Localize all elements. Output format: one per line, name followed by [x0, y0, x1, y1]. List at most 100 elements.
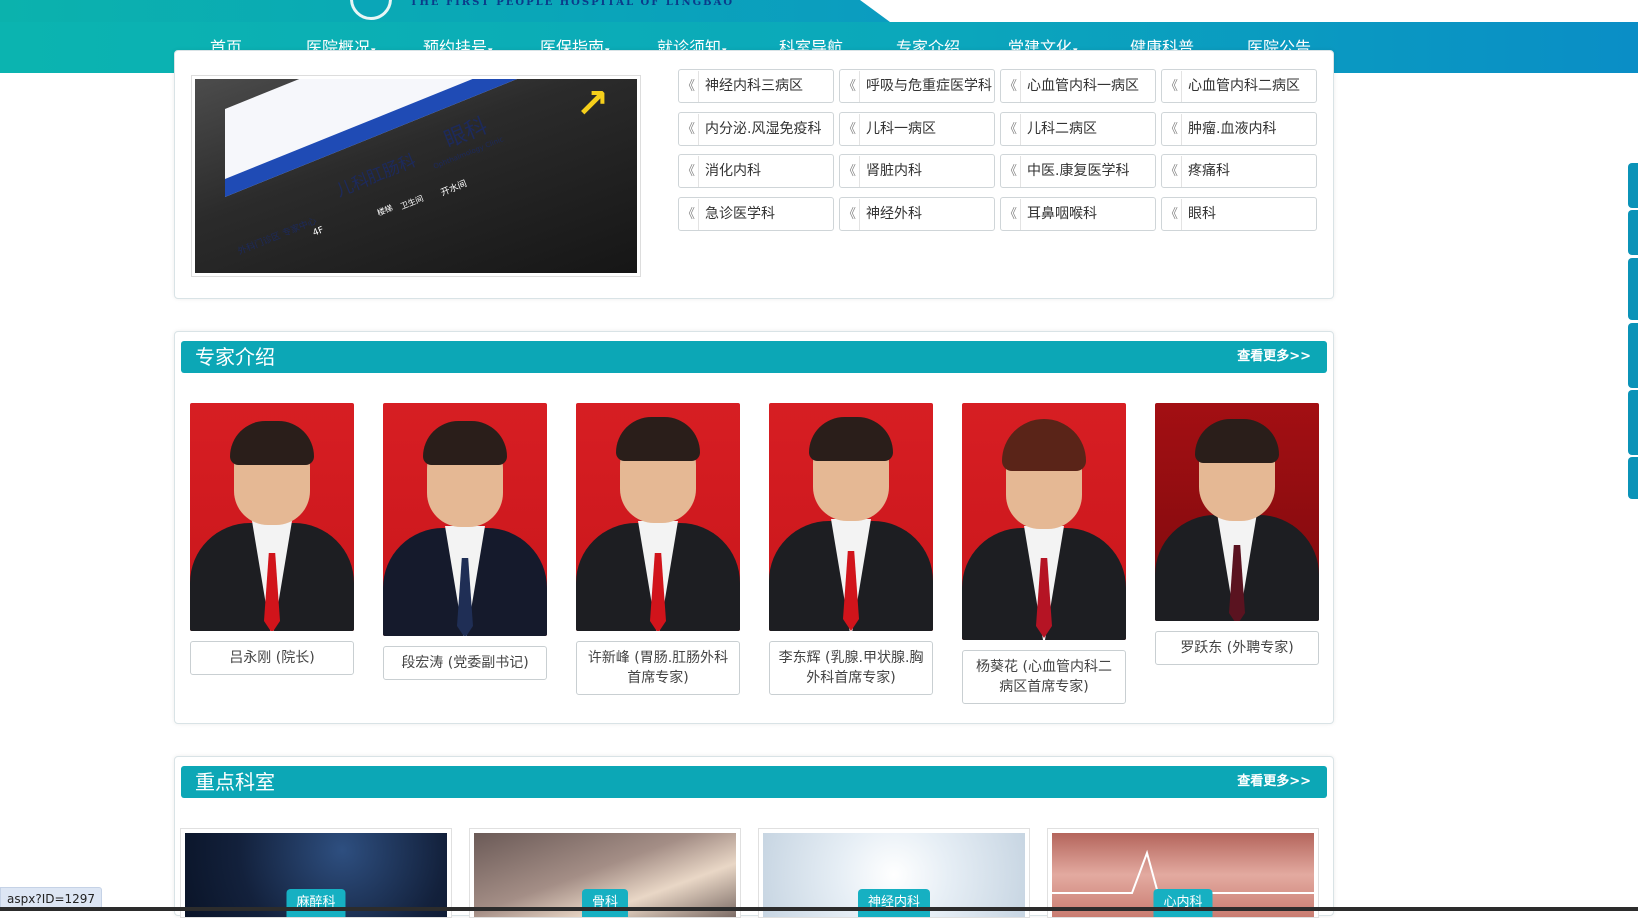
sign-left-area: 外科门诊区 专家中心	[236, 214, 319, 257]
signage-image: ↗ 眼科 Ophthalmology Clinic 儿科 肛肠科 外科门诊区 专…	[195, 79, 637, 273]
chevron-left-icon: 《	[679, 199, 699, 231]
chevron-left-icon: 《	[679, 114, 699, 146]
key-dept-label: 心内科	[1153, 889, 1212, 917]
dept-label: 呼吸与危重症医学科	[866, 78, 992, 94]
dept-link[interactable]: 《呼吸与危重症医学科	[839, 69, 995, 103]
view-more-link[interactable]: 查看更多>>	[1237, 341, 1311, 373]
dept-label: 内分泌.风湿免疫科	[705, 121, 821, 137]
chevron-left-icon: 《	[1001, 114, 1021, 146]
expert-name: 许新峰 (胃肠.肛肠外科首席专家)	[576, 641, 740, 695]
section-title: 专家介绍	[195, 341, 275, 373]
key-departments-card: 重点科室 查看更多>> 麻醉科 骨科 神经内科 心内科	[174, 756, 1334, 916]
dept-link[interactable]: 《疼痛科	[1161, 154, 1317, 188]
dept-label: 神经内科三病区	[705, 78, 803, 94]
sign-water: 开水间	[439, 176, 469, 198]
chevron-left-icon: 《	[679, 71, 699, 103]
dept-label: 儿科二病区	[1027, 121, 1097, 137]
status-url-tooltip: aspx?ID=1297	[0, 887, 102, 909]
sign-anorectal: 肛肠科	[362, 146, 419, 188]
side-float-tab[interactable]	[1628, 390, 1638, 455]
expert-card[interactable]: 许新峰 (胃肠.肛肠外科首席专家)	[576, 403, 740, 695]
dept-link[interactable]: 《中医.康复医学科	[1000, 154, 1156, 188]
section-title: 重点科室	[195, 766, 275, 798]
dept-link[interactable]: 《儿科一病区	[839, 112, 995, 146]
experts-section-header: 专家介绍 查看更多>>	[181, 341, 1327, 373]
dept-link[interactable]: 《肿瘤.血液内科	[1161, 112, 1317, 146]
dept-label: 眼科	[1188, 206, 1216, 222]
chevron-left-icon: 《	[1001, 71, 1021, 103]
side-float-tab[interactable]	[1628, 457, 1638, 499]
expert-photo	[769, 403, 933, 631]
chevron-left-icon: 《	[1162, 114, 1182, 146]
chevron-left-icon: 《	[1162, 71, 1182, 103]
dept-link[interactable]: 《内分泌.风湿免疫科	[678, 112, 834, 146]
dept-label: 耳鼻咽喉科	[1027, 206, 1097, 222]
sign-toilet: 卫生间	[399, 193, 425, 212]
expert-photo	[383, 403, 547, 636]
dept-link[interactable]: 《急诊医学科	[678, 197, 834, 231]
expert-name: 吕永刚 (院长)	[190, 641, 354, 675]
expert-name: 段宏涛 (党委副书记)	[383, 646, 547, 680]
department-signage-photo: ↗ 眼科 Ophthalmology Clinic 儿科 肛肠科 外科门诊区 专…	[191, 75, 641, 277]
expert-photo	[962, 403, 1126, 640]
expert-card[interactable]: 吕永刚 (院长)	[190, 403, 354, 675]
view-more-link[interactable]: 查看更多>>	[1237, 766, 1311, 798]
dept-link[interactable]: 《肾脏内科	[839, 154, 995, 188]
key-dept-card[interactable]: 骨科	[469, 828, 741, 918]
dept-link[interactable]: 《心血管内科二病区	[1161, 69, 1317, 103]
dept-label: 急诊医学科	[705, 206, 775, 222]
dept-label: 心血管内科二病区	[1188, 78, 1300, 94]
window-bottom-edge	[0, 907, 1638, 911]
experts-card: 专家介绍 查看更多>> 吕永刚 (院长) 段宏涛 (党委副书记) 许新峰 (胃肠…	[174, 331, 1334, 724]
dept-link[interactable]: 《心血管内科一病区	[1000, 69, 1156, 103]
chevron-left-icon: 《	[679, 156, 699, 188]
dept-link[interactable]: 《儿科二病区	[1000, 112, 1156, 146]
side-float-tab[interactable]	[1628, 258, 1638, 320]
key-dept-card[interactable]: 神经内科	[758, 828, 1030, 918]
sign-floor: 4F	[312, 225, 326, 238]
chevron-left-icon: 《	[1001, 156, 1021, 188]
dept-label: 消化内科	[705, 163, 761, 179]
dept-label: 神经外科	[866, 206, 922, 222]
dept-label: 儿科一病区	[866, 121, 936, 137]
key-departments-section-header: 重点科室 查看更多>>	[181, 766, 1327, 798]
expert-photo	[1155, 403, 1319, 621]
expert-card[interactable]: 段宏涛 (党委副书记)	[383, 403, 547, 680]
dept-link[interactable]: 《神经外科	[839, 197, 995, 231]
key-dept-image: 心内科	[1052, 833, 1314, 917]
dept-label: 心血管内科一病区	[1027, 78, 1139, 94]
sign-stairs: 楼梯	[376, 202, 395, 218]
expert-card[interactable]: 杨葵花 (心血管内科二病区首席专家)	[962, 403, 1126, 704]
key-dept-label: 麻醉科	[286, 889, 345, 917]
expert-photo	[576, 403, 740, 631]
key-dept-label: 神经内科	[858, 889, 930, 917]
side-float-tab[interactable]	[1628, 210, 1638, 255]
chevron-left-icon: 《	[1162, 199, 1182, 231]
arrow-up-right-icon: ↗	[575, 81, 609, 127]
chevron-left-icon: 《	[840, 199, 860, 231]
key-dept-image: 骨科	[474, 833, 736, 917]
department-nav-card: ↗ 眼科 Ophthalmology Clinic 儿科 肛肠科 外科门诊区 专…	[174, 50, 1334, 299]
chevron-left-icon: 《	[840, 156, 860, 188]
key-dept-label: 骨科	[582, 889, 628, 917]
key-dept-card[interactable]: 麻醉科	[180, 828, 452, 918]
dept-link[interactable]: 《眼科	[1161, 197, 1317, 231]
key-dept-image: 神经内科	[763, 833, 1025, 917]
header-strip: THE FIRST PEOPLE HOSPITAL OF LINGBAO	[0, 0, 1638, 22]
expert-name: 罗跃东 (外聘专家)	[1155, 631, 1319, 665]
chevron-left-icon: 《	[840, 71, 860, 103]
dept-link[interactable]: 《消化内科	[678, 154, 834, 188]
key-dept-card[interactable]: 心内科	[1047, 828, 1319, 918]
expert-name: 杨葵花 (心血管内科二病区首席专家)	[962, 650, 1126, 704]
dept-label: 肾脏内科	[866, 163, 922, 179]
dept-link[interactable]: 《耳鼻咽喉科	[1000, 197, 1156, 231]
expert-card[interactable]: 罗跃东 (外聘专家)	[1155, 403, 1319, 665]
hospital-english-name: THE FIRST PEOPLE HOSPITAL OF LINGBAO	[410, 0, 734, 8]
side-float-tab[interactable]	[1628, 323, 1638, 388]
dept-link[interactable]: 《神经内科三病区	[678, 69, 834, 103]
side-float-tab[interactable]	[1628, 163, 1638, 208]
expert-card[interactable]: 李东辉 (乳腺.甲状腺.胸外科首席专家)	[769, 403, 933, 695]
chevron-left-icon: 《	[1162, 156, 1182, 188]
dept-label: 肿瘤.血液内科	[1188, 121, 1276, 137]
chevron-left-icon: 《	[1001, 199, 1021, 231]
